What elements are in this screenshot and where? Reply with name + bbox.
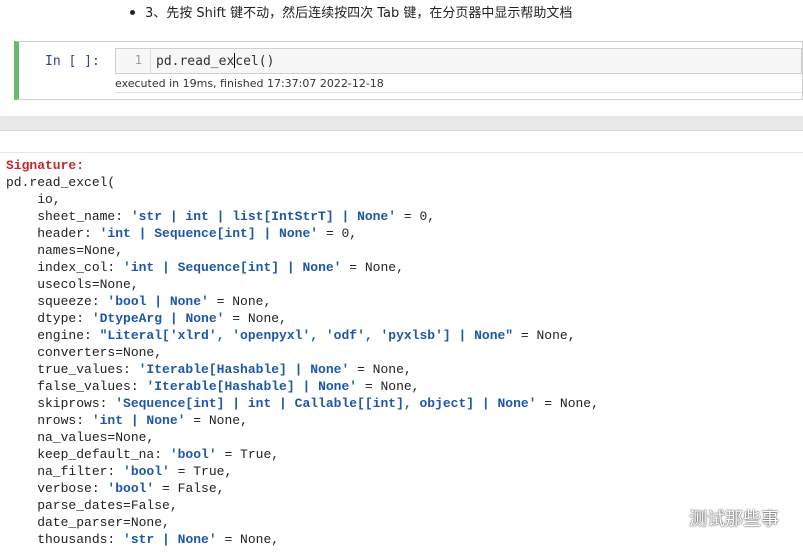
type-annotation: 'str | None'	[123, 532, 217, 547]
signature-line: converters=None,	[6, 345, 162, 360]
bullet-dot-icon	[130, 10, 135, 15]
type-annotation: 'Iterable[Hashable] | None'	[146, 379, 358, 394]
param-text: = None,	[513, 328, 576, 343]
code-editor[interactable]: 1 pd.read_excel()	[115, 48, 802, 74]
param-text: false_values:	[6, 379, 147, 394]
type-annotation: 'str | int | list[IntStrT] | None'	[130, 209, 397, 224]
line-number-gutter: 1	[116, 49, 151, 73]
signature-line: thousands: 'str | None' = None,	[6, 532, 279, 547]
param-text: = True,	[216, 447, 280, 462]
signature-line: keep_default_na: 'bool' = True,	[6, 447, 279, 462]
param-text: converters=None,	[6, 345, 163, 360]
param-text: index_col:	[6, 260, 124, 275]
wechat-icon	[653, 506, 681, 530]
signature-line: skiprows: 'Sequence[int] | int | Callabl…	[6, 396, 599, 411]
param-text: = None,	[185, 413, 248, 428]
signature-line: sheet_name: 'str | int | list[IntStrT] |…	[6, 209, 435, 224]
param-text: parse_dates=False,	[6, 498, 178, 513]
param-text: = None,	[341, 260, 404, 275]
param-text: = True,	[169, 464, 233, 479]
param-text: engine:	[6, 328, 100, 343]
help-pager[interactable]: Signature: pd.read_excel( io, sheet_name…	[0, 152, 803, 554]
param-text: = None,	[224, 311, 287, 326]
param-text: verbose:	[6, 481, 108, 496]
param-text: = False,	[154, 481, 225, 496]
param-text: date_parser=None,	[6, 515, 170, 530]
signature-line: na_filter: 'bool' = True,	[6, 464, 232, 479]
signature-line: header: 'int | Sequence[int] | None' = 0…	[6, 226, 357, 241]
signature-line: pd.read_excel(	[6, 175, 115, 190]
signature-line: squeeze: 'bool | None' = None,	[6, 294, 271, 309]
type-annotation: 'bool'	[123, 464, 170, 479]
execution-info-divider	[115, 92, 802, 93]
param-text: na_filter:	[6, 464, 124, 479]
param-text: nrows:	[6, 413, 92, 428]
param-text: names=None,	[6, 243, 124, 258]
signature-line: parse_dates=False,	[6, 498, 178, 513]
param-text: = None,	[357, 379, 420, 394]
code-cell[interactable]: In [ ]: 1 pd.read_excel() executed in 19…	[14, 41, 803, 100]
signature-line: engine: "Literal['xlrd', 'openpyxl', 'od…	[6, 328, 576, 343]
type-annotation: 'DtypeArg | None'	[91, 311, 225, 326]
cell-prompt: In [ ]:	[45, 54, 100, 69]
signature-line: nrows: 'int | None' = None,	[6, 413, 248, 428]
param-text: squeeze:	[6, 294, 108, 309]
param-text: = None,	[216, 532, 280, 547]
watermark-text: 测试那些事	[689, 509, 779, 530]
signature-line: true_values: 'Iterable[Hashable] | None'…	[6, 362, 412, 377]
code-before-cursor: pd.read_ex	[156, 54, 235, 69]
type-annotation: 'Sequence[int] | int | Callable[[int], o…	[115, 396, 537, 411]
type-annotation: 'int | Sequence[int] | None'	[123, 260, 342, 275]
line-number: 1	[134, 53, 142, 67]
param-text: = 0,	[396, 209, 436, 224]
param-text: dtype:	[6, 311, 92, 326]
param-text: sheet_name:	[6, 209, 131, 224]
param-text: = None,	[349, 362, 412, 377]
signature-text: Signature: pd.read_excel( io, sheet_name…	[0, 153, 803, 552]
type-annotation: 'bool | None'	[107, 294, 209, 309]
signature-line: index_col: 'int | Sequence[int] | None' …	[6, 260, 404, 275]
instruction-text: 3、先按 Shift 键不动，然后连续按四次 Tab 键，在分页器中显示帮助文档	[145, 6, 573, 21]
type-annotation: "Literal['xlrd', 'openpyxl', 'odf', 'pyx…	[99, 328, 514, 343]
signature-line: usecols=None,	[6, 277, 139, 292]
param-text: = None,	[536, 396, 599, 411]
type-annotation: 'Iterable[Hashable] | None'	[138, 362, 350, 377]
param-text: true_values:	[6, 362, 139, 377]
pager-splitter[interactable]	[0, 116, 803, 131]
signature-line: false_values: 'Iterable[Hashable] | None…	[6, 379, 420, 394]
param-text: thousands:	[6, 532, 124, 547]
watermark: 测试那些事	[653, 505, 779, 531]
param-text: na_values=None,	[6, 430, 155, 445]
signature-line: verbose: 'bool' = False,	[6, 481, 224, 496]
signature-line: na_values=None,	[6, 430, 154, 445]
signature-line: names=None,	[6, 243, 123, 258]
param-text: header:	[6, 226, 100, 241]
param-text: usecols=None,	[6, 277, 139, 292]
param-text: keep_default_na:	[6, 447, 170, 462]
param-text: pd.read_excel(	[6, 175, 116, 190]
type-annotation: 'int | Sequence[int] | None'	[99, 226, 319, 241]
param-text: = None,	[208, 294, 272, 309]
execution-info: executed in 19ms, finished 17:37:07 2022…	[115, 77, 384, 90]
type-annotation: 'int | None'	[91, 413, 186, 428]
param-text: io,	[6, 192, 61, 207]
code-after-cursor: cel()	[235, 54, 275, 69]
param-text: skiprows:	[6, 396, 116, 411]
type-annotation: 'bool'	[107, 481, 155, 496]
signature-line: io,	[6, 192, 61, 207]
signature-label: Signature:	[6, 158, 85, 173]
type-annotation: 'bool'	[169, 447, 217, 462]
instruction-bullet: 3、先按 Shift 键不动，然后连续按四次 Tab 键，在分页器中显示帮助文档	[130, 2, 572, 21]
signature-line: date_parser=None,	[6, 515, 170, 530]
code-text[interactable]: pd.read_excel()	[156, 53, 274, 69]
param-text: = 0,	[318, 226, 358, 241]
signature-line: dtype: 'DtypeArg | None' = None,	[6, 311, 287, 326]
